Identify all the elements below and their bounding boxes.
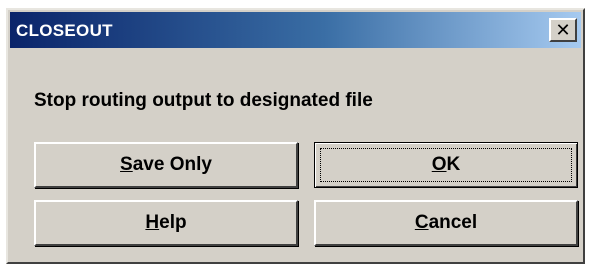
title-bar[interactable]: CLOSEOUT ✕: [10, 12, 581, 48]
ok-button[interactable]: OK: [314, 142, 578, 188]
close-icon: ✕: [555, 20, 571, 40]
closeout-dialog: CLOSEOUT ✕ Stop routing output to design…: [6, 8, 585, 264]
window-title: CLOSEOUT: [16, 21, 113, 40]
save-only-button[interactable]: Save Only: [34, 142, 298, 188]
save-only-label: Save Only: [120, 154, 212, 175]
close-button[interactable]: ✕: [549, 18, 577, 42]
ok-label: OK: [431, 154, 461, 175]
cancel-button[interactable]: Cancel: [314, 200, 578, 246]
help-label: Help: [145, 212, 187, 233]
cancel-label: Cancel: [414, 212, 478, 233]
help-button[interactable]: Help: [34, 200, 298, 246]
dialog-message: Stop routing output to designated file: [34, 90, 373, 111]
